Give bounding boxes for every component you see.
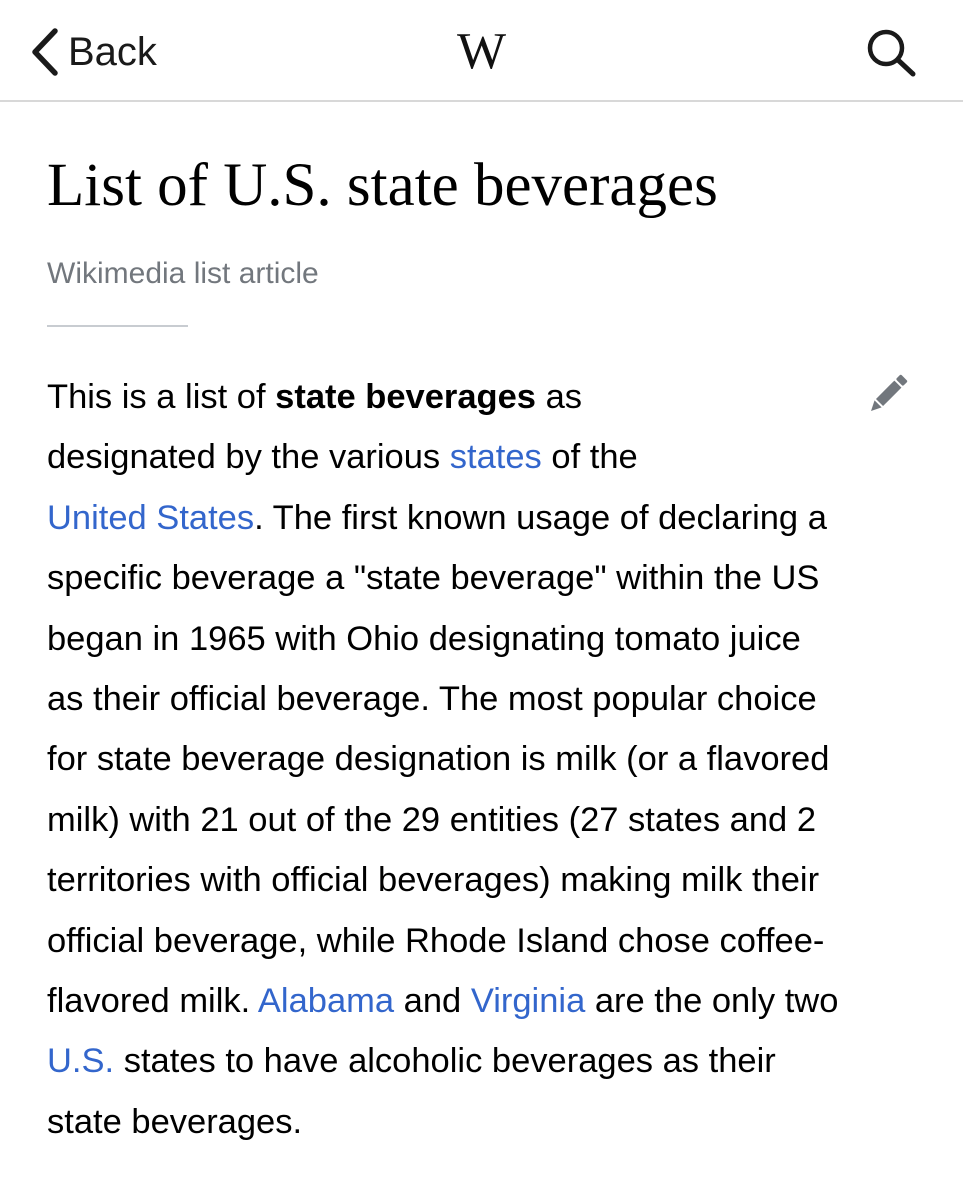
text-run: flavored milk. bbox=[47, 982, 258, 1021]
paragraph-line: specific beverage a "state beverage" wit… bbox=[47, 559, 820, 598]
paragraph-line: flavored milk. Alabama and Virginia are … bbox=[47, 971, 927, 1031]
paragraph-line: for state beverage designation is milk (… bbox=[47, 740, 830, 779]
page-description: Wikimedia list article bbox=[47, 257, 319, 290]
text-run: designated by the various bbox=[47, 438, 450, 477]
link-us[interactable]: U.S. bbox=[47, 1042, 114, 1080]
link-united-states[interactable]: United States bbox=[47, 499, 254, 537]
link-alabama[interactable]: Alabama bbox=[258, 982, 394, 1020]
paragraph-line: state beverages. bbox=[47, 1102, 303, 1141]
back-button[interactable]: Back bbox=[28, 24, 157, 80]
text-run: states to have alcoholic beverages as th… bbox=[114, 1042, 776, 1081]
page-title: List of U.S. state beverages bbox=[47, 152, 718, 219]
top-navigation-bar: Back W bbox=[0, 0, 963, 102]
paragraph-line: territories with official beverages) mak… bbox=[47, 861, 820, 900]
search-icon bbox=[867, 29, 916, 77]
text-run: and bbox=[394, 982, 471, 1021]
wikipedia-logo[interactable]: W bbox=[457, 23, 506, 80]
paragraph-line: official beverage, while Rhode Island ch… bbox=[47, 921, 825, 960]
text-run: . The first known usage of declaring a bbox=[254, 498, 827, 537]
text-run: of the bbox=[541, 438, 638, 477]
link-virginia[interactable]: Virginia bbox=[471, 982, 585, 1020]
search-button[interactable] bbox=[862, 26, 920, 78]
title-divider bbox=[47, 325, 188, 327]
paragraph-line: United States. The first known usage of … bbox=[47, 488, 927, 548]
intro-paragraph: This is a list of state beverages as des… bbox=[47, 367, 927, 1152]
paragraph-line: as their official beverage. The most pop… bbox=[47, 680, 817, 719]
paragraph-line: This is a list of state beverages as bbox=[47, 367, 847, 427]
text-run: This is a list of bbox=[47, 378, 276, 416]
text-run: as bbox=[535, 378, 583, 416]
chevron-left-icon bbox=[32, 28, 58, 76]
paragraph-line: milk) with 21 out of the 29 entities (27… bbox=[47, 800, 817, 839]
paragraph-line: designated by the various states of the bbox=[47, 427, 847, 487]
paragraph-line: began in 1965 with Ohio designating toma… bbox=[47, 619, 801, 658]
text-run: are the only two bbox=[585, 982, 839, 1021]
link-states[interactable]: states bbox=[450, 438, 542, 476]
paragraph-line: U.S. states to have alcoholic beverages … bbox=[47, 1031, 927, 1091]
bold-term-state-beverages: state beverages bbox=[275, 378, 536, 416]
back-label: Back bbox=[68, 30, 157, 74]
